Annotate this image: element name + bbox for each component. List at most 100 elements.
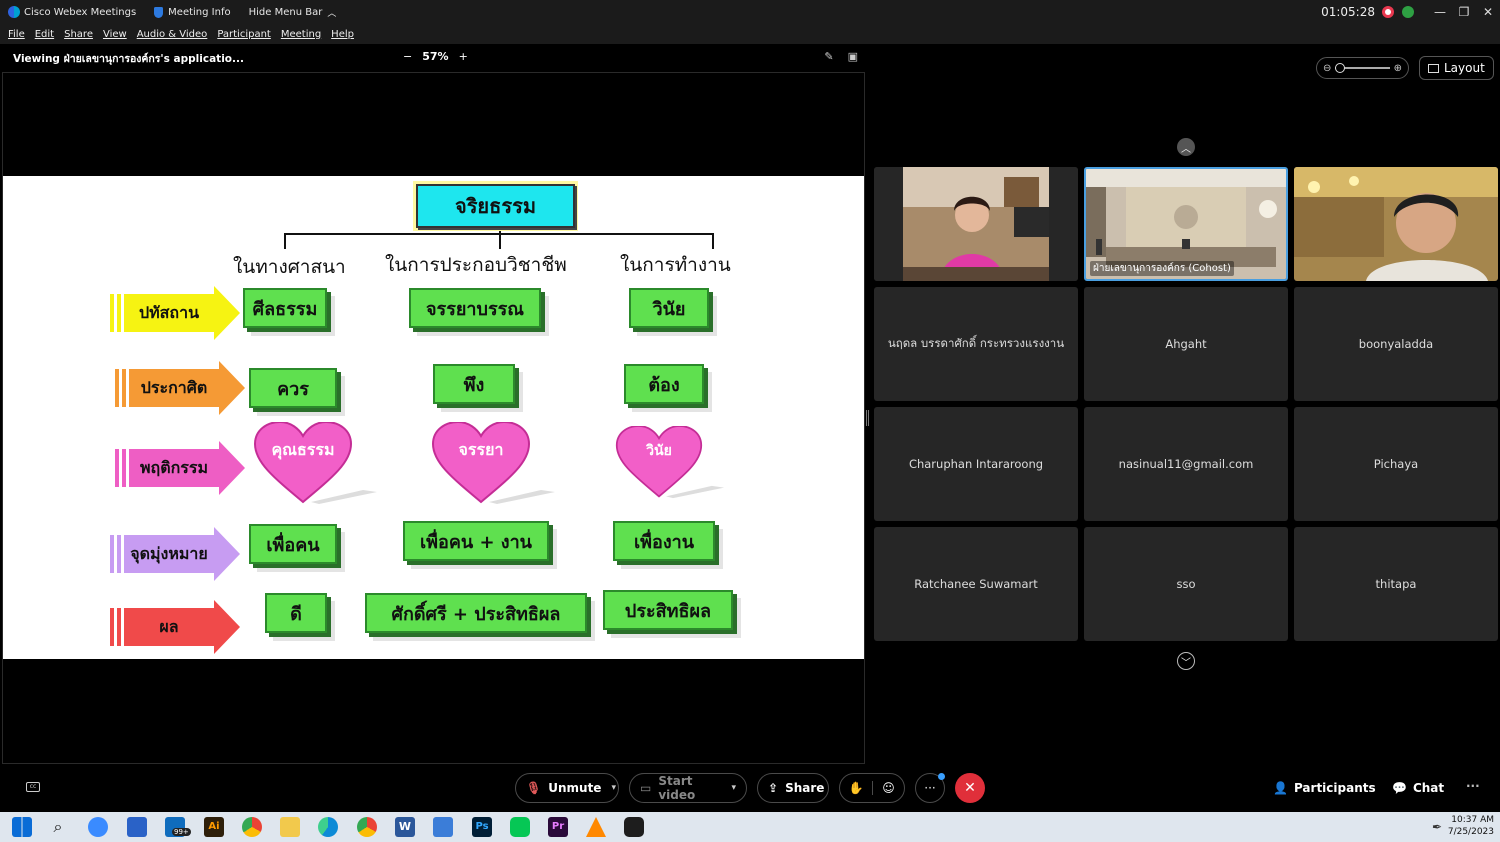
participant-name: Charuphan Intararoong (908, 457, 1044, 471)
participant-tile[interactable]: sso (1084, 527, 1288, 641)
heart-label: จรรยา (458, 440, 504, 459)
menu-participant[interactable]: Participant (217, 29, 271, 40)
participant-tile[interactable]: nasinual11@gmail.com (1084, 407, 1288, 521)
photoshop-icon[interactable]: Ps (472, 817, 492, 837)
reactions-icon[interactable]: ☺ (871, 781, 904, 795)
zoom-in-icon[interactable]: ⊕ (1394, 63, 1402, 74)
participant-name: sso (1176, 577, 1196, 591)
participants-icon: 👤 (1273, 781, 1288, 795)
store-icon[interactable] (127, 817, 147, 837)
chevron-down-icon[interactable]: ▾ (611, 783, 616, 793)
participants-button[interactable]: 👤 Participants (1273, 781, 1376, 795)
gallery-down-button[interactable]: ﹀ (1177, 652, 1195, 670)
video-tile[interactable] (874, 167, 1078, 281)
video-zoom-slider[interactable]: ⊖ ⊕ (1316, 57, 1409, 79)
word-icon[interactable]: W (395, 817, 415, 837)
illustrator-icon[interactable]: Ai (204, 817, 224, 837)
raise-hand-icon[interactable]: ✋ (840, 781, 872, 795)
unmute-button[interactable]: 🎙 Unmute ▾ (515, 773, 619, 803)
hide-menu-bar-button[interactable]: Hide Menu Bar ︿ (249, 6, 337, 19)
vlc-icon[interactable] (586, 817, 606, 837)
pen-icon[interactable]: ✒ (1432, 820, 1442, 834)
webex-window: { "titlebar": { "app_name": "Cisco Webex… (0, 0, 1500, 842)
popout-icon[interactable]: ▣ (848, 50, 858, 63)
menu-help[interactable]: Help (331, 29, 354, 40)
edge-icon[interactable] (318, 817, 338, 837)
menu-share[interactable]: Share (64, 29, 93, 40)
menu-file[interactable]: File (8, 29, 25, 40)
cell-box: ประสิทธิผล (603, 590, 733, 630)
menu-edit[interactable]: Edit (35, 29, 54, 40)
hide-menu-label: Hide Menu Bar (248, 6, 323, 18)
line-icon[interactable] (510, 817, 530, 837)
system-clock[interactable]: 10:37 AM 7/25/2023 (1448, 814, 1494, 838)
tree-line (712, 233, 714, 249)
menu-meeting[interactable]: Meeting (281, 29, 321, 40)
zoom-out-button[interactable]: − (403, 50, 412, 63)
captions-icon[interactable]: cc (26, 782, 40, 792)
participants-label: Participants (1293, 781, 1376, 795)
chrome-profile-icon[interactable] (357, 817, 377, 837)
cell-box: ต้อง (624, 364, 704, 404)
minimize-icon[interactable]: — (1428, 5, 1452, 19)
heart-label: วินัย (646, 441, 672, 459)
network-status-icon[interactable] (1402, 6, 1414, 18)
gallery-up-button[interactable]: ︿ (1177, 138, 1195, 156)
menu-audio-video[interactable]: Audio & Video (137, 29, 208, 40)
slide-title: จริยธรรม (416, 184, 575, 228)
participant-tile[interactable]: boonyaladda (1294, 287, 1498, 401)
record-icon[interactable] (1382, 6, 1394, 18)
row-label-decree: ประกาศิต (129, 369, 219, 407)
cell-box: พึง (433, 364, 515, 404)
heart-shape: คุณธรรม (253, 422, 377, 506)
participant-tile[interactable]: Pichaya (1294, 407, 1498, 521)
webex-meetings-icon[interactable] (624, 817, 644, 837)
column-header-religion: ในทางศาสนา (233, 256, 346, 278)
participant-tile[interactable]: Charuphan Intararoong (874, 407, 1078, 521)
heart-shape: จรรยา (431, 422, 555, 506)
meeting-info-button[interactable]: Meeting Info (154, 6, 231, 18)
chat-button[interactable]: 💬 Chat (1392, 781, 1444, 795)
restore-icon[interactable]: ❐ (1452, 5, 1476, 19)
photos-icon[interactable] (433, 817, 453, 837)
gallery-controls: ⊖ ⊕ Layout (1316, 56, 1494, 80)
participant-tile[interactable]: thitapa (1294, 527, 1498, 641)
video-tile[interactable] (1294, 167, 1498, 281)
close-icon[interactable]: ✕ (1476, 5, 1500, 19)
chevron-down-icon[interactable]: ▾ (731, 783, 736, 793)
slider-knob[interactable] (1335, 63, 1346, 73)
start-video-button[interactable]: ▭ Start video ▾ (629, 773, 747, 803)
participant-tile[interactable]: นฤดล บรรดาศักดิ์ กระทรวงแรงงาน (874, 287, 1078, 401)
viewing-label: Viewing ฝ่ายเลขานุการองค์กร's applicatio… (13, 52, 244, 65)
cell-box: เพื่อคน + งาน (403, 521, 549, 561)
panel-more-button[interactable]: ··· (1466, 779, 1480, 793)
premiere-icon[interactable]: Pr (548, 817, 568, 837)
zoom-in-button[interactable]: + (459, 50, 468, 63)
menu-view[interactable]: View (103, 29, 127, 40)
webex-app-icon[interactable] (88, 817, 108, 837)
participant-name: Ahgaht (1165, 337, 1207, 351)
share-label: Share (785, 781, 825, 795)
windows-start-icon[interactable] (12, 817, 32, 837)
participant-tile[interactable]: Ratchanee Suwamart (874, 527, 1078, 641)
row-arrow-behavior: พฤติกรรม (115, 441, 245, 495)
video-tile-cohost[interactable]: ฝ่ายเลขานุการองค์กร (Cohost) (1084, 167, 1288, 281)
clock-time: 10:37 AM (1451, 815, 1494, 825)
annotate-icon[interactable]: ✎ (824, 50, 833, 63)
share-zoom-control: − 57% + (398, 50, 473, 63)
app-name: Cisco Webex Meetings (24, 6, 137, 18)
more-options-button[interactable]: ··· (915, 773, 945, 803)
mail-icon[interactable]: 99+ (165, 817, 191, 837)
layout-button[interactable]: Layout (1419, 56, 1494, 80)
participant-name: nasinual11@gmail.com (1118, 457, 1254, 471)
leave-meeting-button[interactable]: ✕ (955, 773, 985, 803)
participant-tile[interactable]: Ahgaht (1084, 287, 1288, 401)
participant-name-label: ฝ่ายเลขานุการองค์กร (Cohost) (1090, 261, 1234, 276)
share-button[interactable]: ⇪ Share (757, 773, 829, 803)
zoom-level: 57% (422, 50, 449, 63)
zoom-out-icon[interactable]: ⊖ (1323, 63, 1331, 74)
chrome-icon[interactable] (242, 817, 262, 837)
splitter-handle[interactable] (866, 410, 869, 426)
search-icon[interactable]: ⌕ (48, 817, 68, 837)
file-explorer-icon[interactable] (280, 817, 300, 837)
